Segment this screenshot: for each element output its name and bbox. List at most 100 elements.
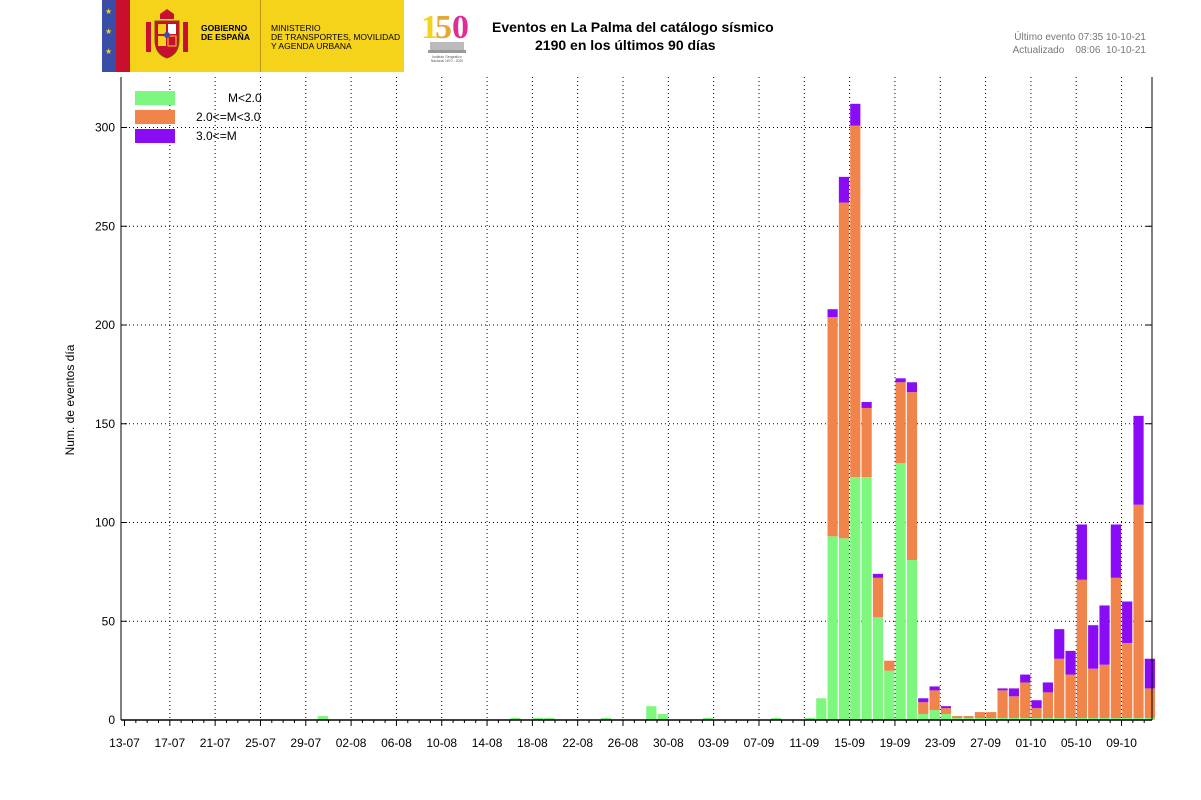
bar-m-lt-2 xyxy=(646,706,657,720)
bar-m-ge-3 xyxy=(1133,415,1144,505)
bar-m-ge-3 xyxy=(929,686,940,691)
bar-m-2-3 xyxy=(1031,708,1042,719)
bar-m-2-3 xyxy=(952,716,963,719)
y-axis-label: Num. de eventos día xyxy=(63,344,77,456)
bar-m-ge-3 xyxy=(997,688,1008,691)
bar-m-2-3 xyxy=(1042,692,1053,719)
bar-m-ge-3 xyxy=(850,103,861,126)
x-tick-label: 14-08 xyxy=(472,736,503,750)
bar-m-2-3 xyxy=(1054,658,1065,719)
bar-m-ge-3 xyxy=(1065,650,1076,675)
bar-m-2-3 xyxy=(906,392,918,561)
bar-m-2-3 xyxy=(1133,504,1144,719)
bar-m-lt-2 xyxy=(872,617,884,720)
bar-m-2-3 xyxy=(940,708,952,715)
x-tick-label: 27-09 xyxy=(970,736,1001,750)
x-tick-label: 13-07 xyxy=(109,736,140,750)
bar-m-ge-3 xyxy=(1031,700,1042,709)
y-tick-label: 150 xyxy=(95,417,115,431)
bar-m-2-3 xyxy=(838,202,850,539)
bar-m-lt-2 xyxy=(895,463,906,720)
legend-swatch-m-2-3 xyxy=(135,110,175,124)
x-tick-label: 23-09 xyxy=(925,736,956,750)
bar-m-2-3 xyxy=(1076,579,1087,719)
bar-m-ge-3 xyxy=(838,176,850,203)
bar-m-lt-2 xyxy=(884,670,895,720)
x-tick-label: 02-08 xyxy=(336,736,367,750)
y-tick-label: 250 xyxy=(95,219,115,233)
bar-m-ge-3 xyxy=(1088,625,1099,669)
x-tick-label: 11-09 xyxy=(789,736,819,750)
bar-m-ge-3 xyxy=(861,402,872,408)
bar-m-ge-3 xyxy=(1144,658,1155,689)
x-tick-label: 30-08 xyxy=(653,736,684,750)
x-tick-label: 25-07 xyxy=(245,736,276,750)
bars xyxy=(317,103,1155,720)
bar-m-lt-2 xyxy=(850,477,861,720)
bar-m-ge-3 xyxy=(918,698,929,703)
bar-m-ge-3 xyxy=(1099,605,1110,665)
bar-m-2-3 xyxy=(929,690,940,711)
bar-m-ge-3 xyxy=(895,378,906,383)
bar-m-ge-3 xyxy=(872,573,884,578)
y-tick-label: 0 xyxy=(108,713,115,727)
bar-m-ge-3 xyxy=(1110,524,1121,578)
x-tick-label: 17-07 xyxy=(154,736,185,750)
x-tick-label: 29-07 xyxy=(290,736,321,750)
bar-m-2-3 xyxy=(1020,682,1031,719)
x-tick-label: 15-09 xyxy=(834,736,865,750)
bar-m-2-3 xyxy=(1008,696,1020,719)
y-tick-label: 300 xyxy=(95,121,115,135)
bar-m-ge-3 xyxy=(1020,674,1031,683)
x-tick-label: 05-10 xyxy=(1061,736,1092,750)
x-tick-label: 18-08 xyxy=(517,736,548,750)
x-tick-label: 06-08 xyxy=(381,736,412,750)
bar-m-lt-2 xyxy=(906,560,918,720)
bar-m-lt-2 xyxy=(838,538,850,720)
y-tick-label: 200 xyxy=(95,318,115,332)
grid xyxy=(121,77,1152,720)
bar-m-ge-3 xyxy=(1042,682,1053,693)
seismic-bar-chart: 0 50 100 150 200 250 300 13-07 17-07 21-07 25-07 29… xyxy=(95,77,1155,750)
y-tick-label: 50 xyxy=(102,614,116,628)
bar-m-lt-2 xyxy=(827,536,838,720)
bar-m-2-3 xyxy=(1110,577,1121,719)
bar-m-ge-3 xyxy=(906,382,918,393)
x-tick-label: 19-09 xyxy=(880,736,911,750)
bar-m-2-3 xyxy=(997,690,1008,719)
bar-m-lt-2 xyxy=(929,710,940,720)
bar-m-ge-3 xyxy=(1008,688,1020,697)
bar-m-2-3 xyxy=(1088,668,1099,719)
x-tick-label: 09-10 xyxy=(1106,736,1137,750)
bar-m-2-3 xyxy=(895,382,906,464)
bar-m-2-3 xyxy=(1099,664,1110,719)
y-tick-label: 100 xyxy=(95,516,115,530)
legend-swatch-m-lt-2 xyxy=(135,91,175,105)
bar-m-ge-3 xyxy=(1122,601,1133,643)
bar-m-2-3 xyxy=(884,660,895,671)
bar-m-ge-3 xyxy=(1076,524,1087,580)
legend-label-m-2-3: 2.0<=M<3.0 xyxy=(196,110,261,124)
x-tick-label: 22-08 xyxy=(562,736,593,750)
bar-m-2-3 xyxy=(974,712,986,719)
bar-m-lt-2 xyxy=(816,698,827,720)
bar-m-lt-2 xyxy=(861,477,872,720)
bar-m-ge-3 xyxy=(940,706,952,709)
x-tick-label: 01-10 xyxy=(1016,736,1047,750)
bar-m-lt-2 xyxy=(940,714,952,720)
bar-m-2-3 xyxy=(1122,642,1133,719)
bar-m-lt-2 xyxy=(918,714,929,720)
bar-m-2-3 xyxy=(1065,674,1076,719)
x-tick-label: 26-08 xyxy=(608,736,639,750)
legend-label-m-ge-3: 3.0<=M xyxy=(196,129,237,143)
x-tick-label: 21-07 xyxy=(200,736,231,750)
bar-m-2-3 xyxy=(850,125,861,478)
legend-label-m-lt-2: M<2.0 xyxy=(228,91,262,105)
bar-m-ge-3 xyxy=(1054,629,1065,659)
bar-m-2-3 xyxy=(872,577,884,618)
bar-m-lt-2 xyxy=(657,714,668,720)
x-tick-label: 07-09 xyxy=(744,736,775,750)
bar-m-2-3 xyxy=(827,317,838,537)
bar-m-2-3 xyxy=(918,702,929,715)
x-tick-label: 10-08 xyxy=(426,736,457,750)
